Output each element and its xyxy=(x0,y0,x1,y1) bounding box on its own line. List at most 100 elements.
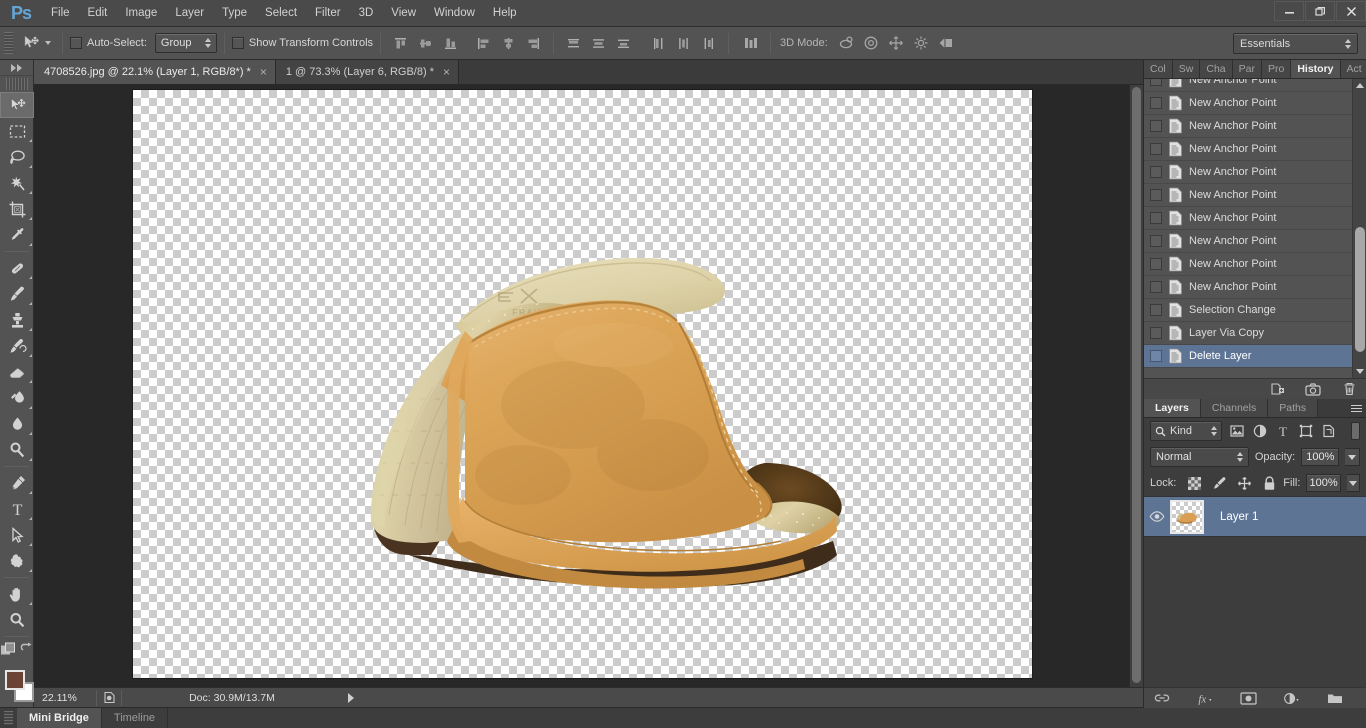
history-state-row[interactable]: New Anchor Point xyxy=(1144,207,1352,230)
tool-clone-stamp[interactable] xyxy=(0,307,34,333)
auto-align-layers-button[interactable] xyxy=(740,33,761,54)
history-state-row[interactable]: New Anchor Point xyxy=(1144,276,1352,299)
panel-tab-paths[interactable]: Paths xyxy=(1268,399,1318,417)
history-scroll-up-button[interactable] xyxy=(1353,79,1366,92)
tool-crop[interactable] xyxy=(0,196,34,222)
panel-tab-channels[interactable]: Channels xyxy=(1201,399,1268,417)
history-snapshot-checkbox[interactable] xyxy=(1150,304,1162,316)
distribute-right-edges-button[interactable] xyxy=(698,33,719,54)
tool-rectangular-marquee[interactable] xyxy=(0,118,34,144)
align-horizontal-centers-button[interactable] xyxy=(498,33,519,54)
close-tab-icon[interactable]: × xyxy=(260,66,267,78)
tool-lasso[interactable] xyxy=(0,144,34,170)
layers-list[interactable]: Layer 1 xyxy=(1144,496,1366,664)
blend-mode-dropdown[interactable]: Normal xyxy=(1150,447,1249,467)
history-state-row[interactable]: New Anchor Point xyxy=(1144,161,1352,184)
new-group-icon[interactable] xyxy=(1327,690,1343,706)
tool-brush[interactable] xyxy=(0,281,34,307)
bottom-tab-mini-bridge[interactable]: Mini Bridge xyxy=(17,708,102,728)
tools-panel-grip[interactable] xyxy=(6,78,28,90)
distribute-vertical-centers-button[interactable] xyxy=(588,33,609,54)
lock-position-icon[interactable] xyxy=(1236,475,1252,491)
link-layers-icon[interactable] xyxy=(1154,690,1170,706)
filter-adjustment-layers-icon[interactable] xyxy=(1251,423,1268,440)
panel-tab-layers[interactable]: Layers xyxy=(1144,399,1201,417)
close-tab-icon[interactable]: × xyxy=(443,66,450,78)
history-snapshot-checkbox[interactable] xyxy=(1150,79,1162,86)
history-list[interactable]: New Anchor PointNew Anchor PointNew Anch… xyxy=(1144,79,1366,378)
tool-zoom[interactable] xyxy=(0,607,34,633)
align-top-edges-button[interactable] xyxy=(390,33,411,54)
history-state-row[interactable]: Delete Layer xyxy=(1144,345,1352,368)
history-state-row[interactable]: New Anchor Point xyxy=(1144,92,1352,115)
change-screen-mode-icon[interactable] xyxy=(17,642,34,660)
tool-custom-shape[interactable] xyxy=(0,548,34,574)
tools-panel-collapse[interactable] xyxy=(0,60,33,76)
history-snapshot-checkbox[interactable] xyxy=(1150,120,1162,132)
layer-visibility-eye-icon[interactable] xyxy=(1144,511,1170,522)
align-right-edges-button[interactable] xyxy=(523,33,544,54)
layer-row[interactable]: Layer 1 xyxy=(1144,497,1366,537)
history-state-row[interactable]: New Anchor Point xyxy=(1144,253,1352,276)
align-bottom-edges-button[interactable] xyxy=(440,33,461,54)
delete-state-icon[interactable] xyxy=(1340,381,1358,397)
history-snapshot-checkbox[interactable] xyxy=(1150,189,1162,201)
menu-select[interactable]: Select xyxy=(256,0,306,27)
add-layer-style-icon[interactable]: fx xyxy=(1196,690,1214,706)
tool-history-brush[interactable] xyxy=(0,333,34,359)
tool-dodge[interactable] xyxy=(0,437,34,463)
tool-blur[interactable] xyxy=(0,411,34,437)
tool-quick-selection[interactable] xyxy=(0,170,34,196)
document-canvas[interactable]: FRAU xyxy=(133,90,1032,678)
align-left-edges-button[interactable] xyxy=(473,33,494,54)
history-snapshot-checkbox[interactable] xyxy=(1150,281,1162,293)
history-snapshot-checkbox[interactable] xyxy=(1150,143,1162,155)
scale-3d-object-button[interactable] xyxy=(936,33,957,54)
menu-window[interactable]: Window xyxy=(425,0,484,27)
workspace-selector[interactable]: Essentials xyxy=(1233,33,1358,54)
document-tab[interactable]: 4708526.jpg @ 22.1% (Layer 1, RGB/8*) *× xyxy=(34,60,276,84)
filter-pixel-layers-icon[interactable] xyxy=(1228,423,1245,440)
auto-select-scope-dropdown[interactable]: Group xyxy=(155,33,217,53)
bottom-panel-grip[interactable] xyxy=(4,711,13,725)
panel-tab-act[interactable]: Act xyxy=(1341,60,1366,78)
menu-view[interactable]: View xyxy=(382,0,425,27)
close-button[interactable] xyxy=(1336,1,1366,21)
lock-image-pixels-icon[interactable] xyxy=(1211,475,1227,491)
create-document-from-state-icon[interactable] xyxy=(1268,381,1286,397)
layer-filter-kind-dropdown[interactable]: Kind xyxy=(1150,421,1222,441)
distribute-left-edges-button[interactable] xyxy=(648,33,669,54)
add-layer-mask-icon[interactable] xyxy=(1240,690,1257,706)
history-state-row[interactable]: Layer Via Copy xyxy=(1144,322,1352,345)
history-snapshot-checkbox[interactable] xyxy=(1150,97,1162,109)
distribute-bottom-edges-button[interactable] xyxy=(613,33,634,54)
tool-spot-healing-brush[interactable] xyxy=(0,255,34,281)
foreground-color-swatch[interactable] xyxy=(5,670,25,690)
active-tool-preset-picker[interactable] xyxy=(18,30,55,56)
menu-image[interactable]: Image xyxy=(116,0,166,27)
menu-filter[interactable]: Filter xyxy=(306,0,350,27)
fill-value[interactable]: 100% xyxy=(1306,474,1340,492)
layers-panel-menu-icon[interactable] xyxy=(1346,399,1366,417)
menu-file[interactable]: File xyxy=(42,0,79,27)
menu-help[interactable]: Help xyxy=(484,0,526,27)
panel-tab-history[interactable]: History xyxy=(1291,60,1340,78)
rotate-3d-object-button[interactable] xyxy=(836,33,857,54)
show-transform-controls-checkbox[interactable] xyxy=(232,37,244,49)
tool-horizontal-type[interactable]: T xyxy=(0,496,34,522)
canvas-vertical-scrollbar[interactable] xyxy=(1129,85,1143,687)
align-vertical-centers-button[interactable] xyxy=(415,33,436,54)
create-new-snapshot-icon[interactable] xyxy=(1304,381,1322,397)
tool-eyedropper[interactable] xyxy=(0,222,34,248)
history-scrollbar[interactable] xyxy=(1352,79,1366,378)
panel-tab-col[interactable]: Col xyxy=(1144,60,1173,78)
tool-path-selection[interactable] xyxy=(0,522,34,548)
drag-3d-object-button[interactable] xyxy=(886,33,907,54)
bottom-tab-timeline[interactable]: Timeline xyxy=(102,708,168,728)
filter-shape-layers-icon[interactable] xyxy=(1297,423,1314,440)
slide-3d-object-button[interactable] xyxy=(911,33,932,54)
tool-pen[interactable] xyxy=(0,470,34,496)
opacity-value[interactable]: 100% xyxy=(1301,448,1339,466)
fill-dropdown-arrow[interactable] xyxy=(1347,474,1360,492)
history-scrollbar-thumb[interactable] xyxy=(1355,227,1365,352)
